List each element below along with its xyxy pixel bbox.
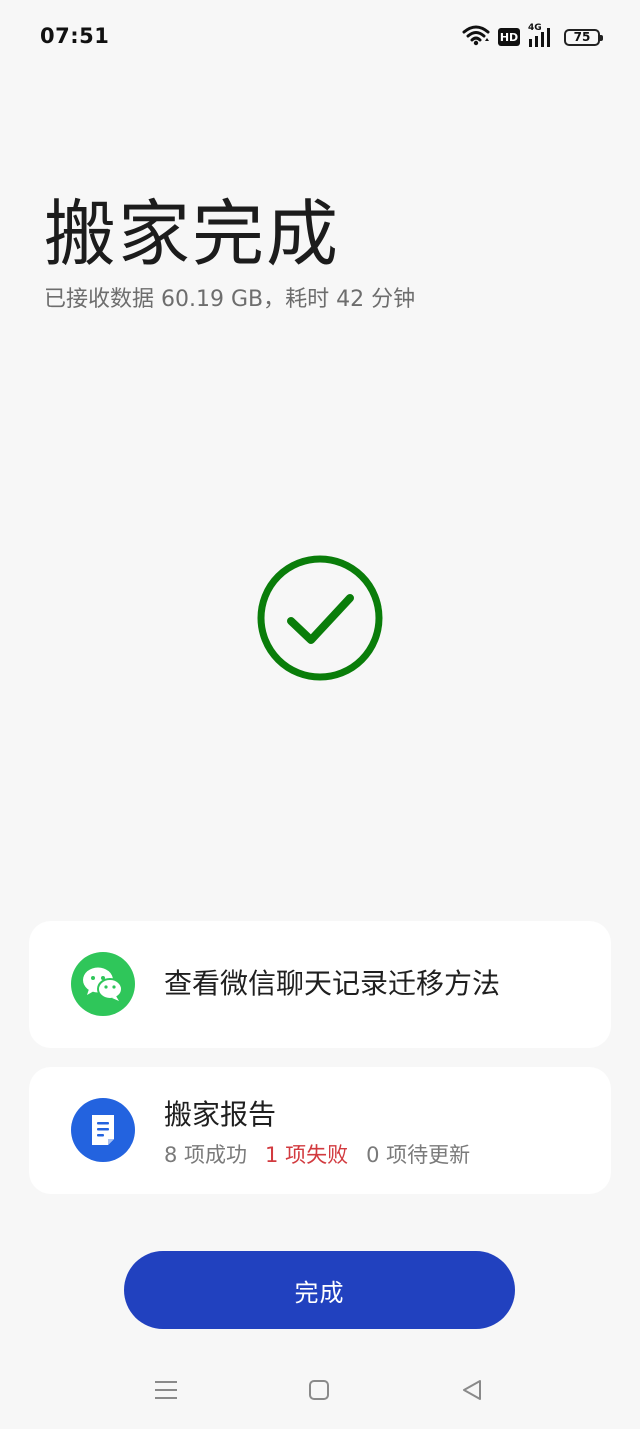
status-bar: 07:51 HD 4G 75 [0,0,640,74]
status-time: 07:51 [40,24,110,48]
status-icons: HD 4G 75 [462,22,603,52]
wifi-icon [462,24,490,50]
page-subtitle: 已接收数据 60.19 GB，耗时 42 分钟 [44,287,416,312]
wechat-icon [71,952,135,1016]
stat-success: 8 项成功 [164,1143,248,1167]
check-circle-icon [256,554,384,682]
menu-icon[interactable] [150,1374,182,1406]
wechat-migration-label: 查看微信聊天记录迁移方法 [164,967,501,1000]
navigation-bar [0,1360,640,1420]
back-icon[interactable] [456,1374,488,1406]
stat-pending: 0 项待更新 [366,1143,471,1167]
wechat-migration-card[interactable]: 查看微信聊天记录迁移方法 [29,921,611,1048]
signal-4g-icon: 4G [528,23,556,48]
migration-report-card[interactable]: 搬家报告 8 项成功 1 项失败 0 项待更新 [29,1067,611,1194]
hd-icon: HD [498,28,520,46]
report-title: 搬家报告 [164,1098,277,1131]
done-button[interactable]: 完成 [124,1251,515,1329]
page-title: 搬家完成 [44,192,341,276]
home-icon[interactable] [303,1374,335,1406]
stat-failed: 1 项失败 [265,1143,349,1167]
report-stats: 8 项成功 1 项失败 0 项待更新 [164,1140,470,1170]
battery-level: 75 [573,30,591,44]
document-icon [71,1098,135,1162]
battery-icon: 75 [564,28,603,46]
